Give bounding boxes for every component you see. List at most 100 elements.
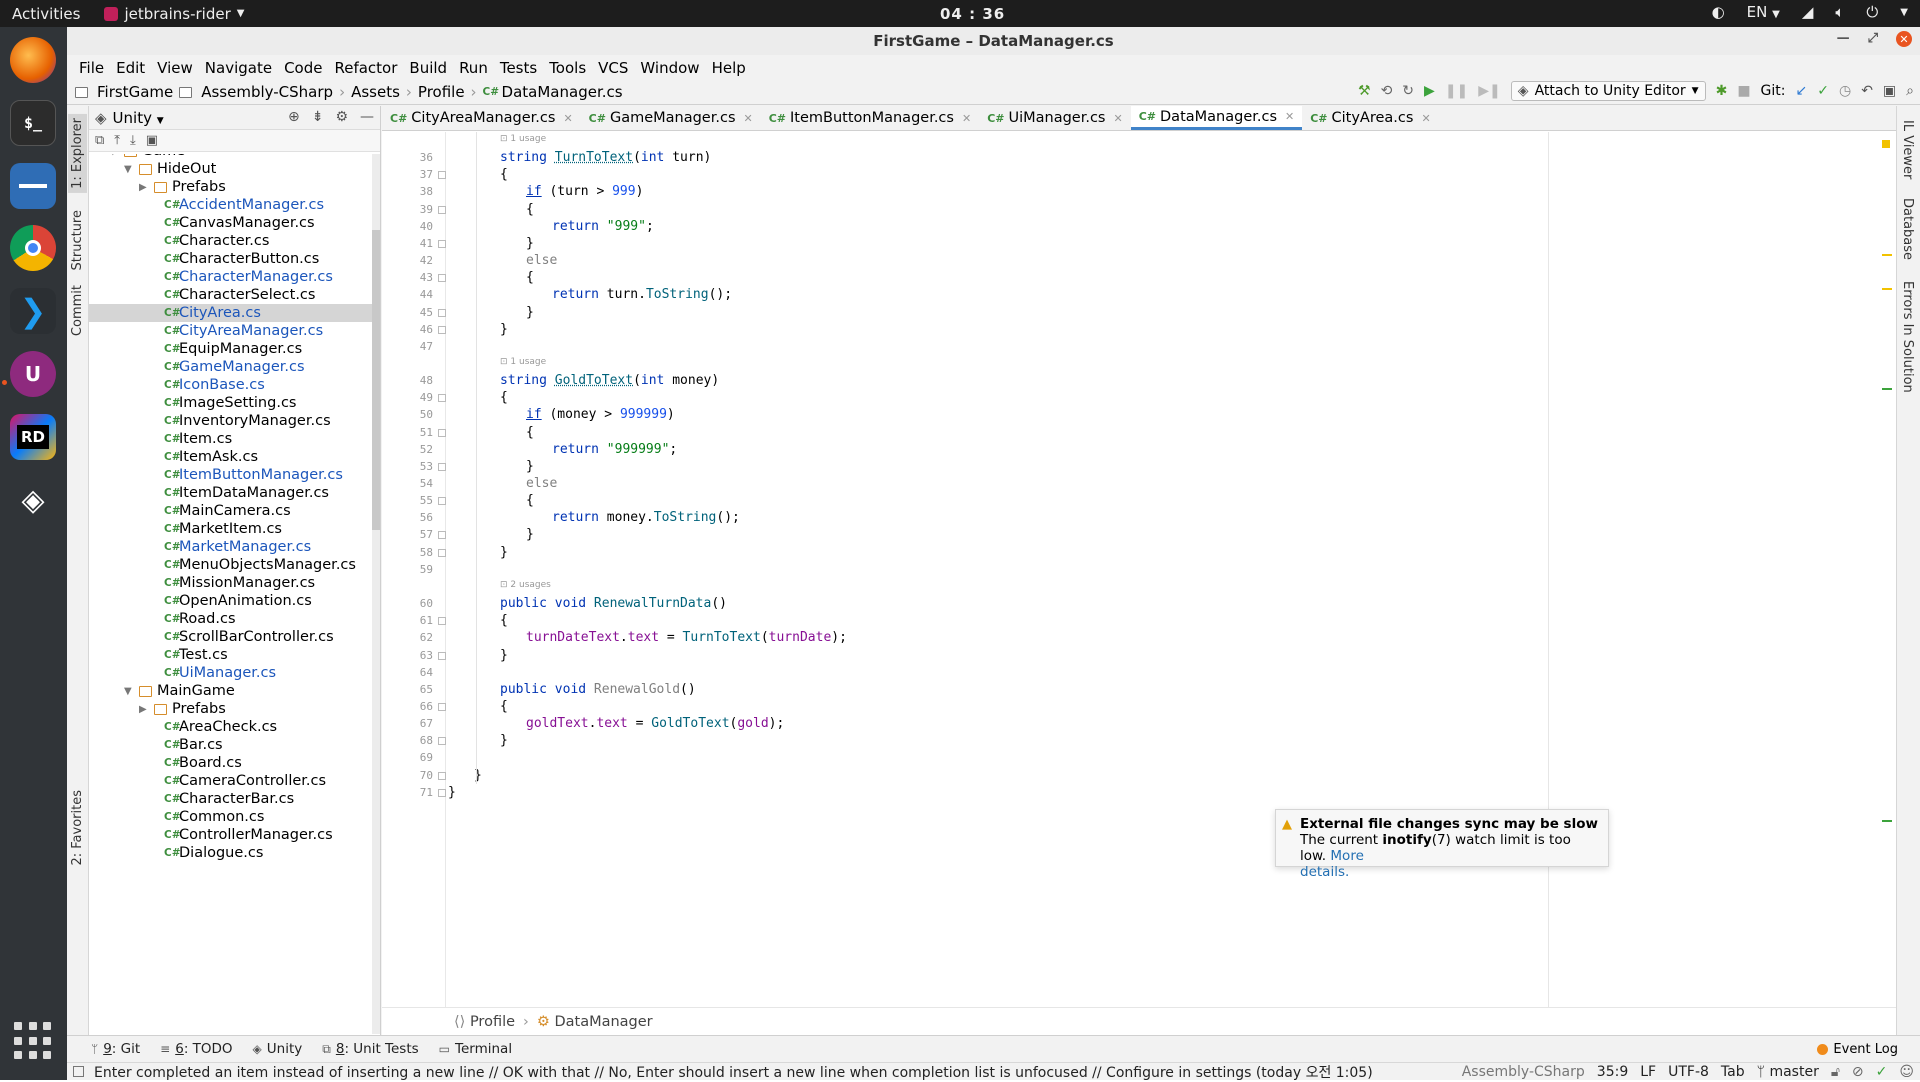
code-editor[interactable]: ⊡ 1 usage string TurnToText(int turn){if … xyxy=(446,132,1816,1007)
expand-arrow-icon[interactable]: ▼ xyxy=(109,154,121,157)
tree-file[interactable]: C# OpenAnimation.cs xyxy=(89,592,372,610)
chevron-down-icon[interactable]: ▼ xyxy=(1900,7,1908,18)
files-icon[interactable] xyxy=(10,163,56,209)
fold-marker-icon[interactable] xyxy=(438,497,446,506)
tree-file[interactable]: C# MenuObjectsManager.cs xyxy=(89,556,372,574)
clock[interactable]: 04 : 36 xyxy=(940,5,1005,23)
terminal-icon[interactable]: $_ xyxy=(10,100,56,146)
sort-up-icon[interactable]: ⤒ xyxy=(114,133,120,148)
tool-tab-favorites[interactable]: 2: Favorites xyxy=(68,786,87,870)
tool-tab-database[interactable]: Database xyxy=(1900,198,1915,260)
tree-file[interactable]: C# CharacterButton.cs xyxy=(89,250,372,268)
volume-icon[interactable]: 🔈︎ xyxy=(1835,3,1844,21)
menu-help[interactable]: Help xyxy=(706,59,752,77)
tree-scrollbar[interactable] xyxy=(372,154,380,1034)
event-log-button[interactable]: Event Log xyxy=(1817,1042,1898,1057)
line-number-gutter[interactable]: 36 37 38 39 40 41 42 43 44 45 46 47 48 49 50 51 52 53 54 55… xyxy=(382,132,446,1007)
unity-editor-icon[interactable]: ◈ xyxy=(10,477,56,523)
menu-build[interactable]: Build xyxy=(403,59,453,77)
tool-tab-commit[interactable]: Commit xyxy=(68,281,87,340)
fold-marker-icon[interactable] xyxy=(438,548,446,557)
bottom-tab-unittests[interactable]: ⧉ 8: Unit Tests xyxy=(312,1041,428,1057)
git-update-icon[interactable]: ↙ xyxy=(1796,83,1808,99)
attach-unity-dropdown[interactable]: ◈ Attach to Unity Editor ▼ xyxy=(1510,81,1706,101)
wifi-icon[interactable]: ◢ xyxy=(1802,3,1814,21)
close-tab-icon[interactable]: ✕ xyxy=(962,112,971,125)
rebuild-icon[interactable]: ⟲ xyxy=(1381,83,1393,99)
tool-tab-structure[interactable]: Structure xyxy=(68,206,87,274)
tree-file[interactable]: C# Bar.cs xyxy=(89,736,372,754)
editor-tab[interactable]: C# CityArea.cs ✕ xyxy=(1302,106,1438,130)
tree-file[interactable]: C# GameManager.cs xyxy=(89,358,372,376)
indent-setting[interactable]: Tab xyxy=(1721,1064,1745,1080)
show-files-icon[interactable]: ⧉ xyxy=(95,133,104,148)
fold-marker-icon[interactable] xyxy=(438,617,446,626)
tree-file[interactable]: C# CanvasManager.cs xyxy=(89,214,372,232)
tree-file[interactable]: C# Board.cs xyxy=(89,754,372,772)
breadcrumb-class[interactable]: ⚙ DataManager xyxy=(537,1014,653,1030)
git-branch[interactable]: ᛘ master xyxy=(1757,1064,1819,1080)
breadcrumb-project[interactable]: FirstGame xyxy=(75,83,179,101)
editor-tab[interactable]: C# GameManager.cs ✕ xyxy=(581,106,761,130)
fold-marker-icon[interactable] xyxy=(438,737,446,746)
tree-file[interactable]: C# CityAreaManager.cs xyxy=(89,322,372,340)
app-menu[interactable]: jetbrains-rider ▼ xyxy=(104,5,244,23)
pause-icon[interactable]: ❚❚ xyxy=(1445,83,1468,99)
tree-file[interactable]: C# CharacterBar.cs xyxy=(89,790,372,808)
breadcrumb-namespace[interactable]: ⟨⟩ Profile xyxy=(454,1014,515,1030)
expand-arrow-icon[interactable]: ▼ xyxy=(124,164,136,175)
run-icon[interactable]: ▶ xyxy=(1424,83,1435,99)
sort-down-icon[interactable]: ⤓ xyxy=(130,133,136,148)
caret-position[interactable]: 35:9 xyxy=(1597,1064,1628,1080)
code-vision-usages[interactable]: ⊡ 2 usages xyxy=(500,580,551,590)
breadcrumb-assembly[interactable]: Assembly-CSharp xyxy=(179,83,339,101)
language-indicator[interactable]: EN ▼ xyxy=(1747,3,1780,21)
tree-file[interactable]: C# AccidentManager.cs xyxy=(89,196,372,214)
tree-file[interactable]: C# CityArea.cs xyxy=(89,304,372,322)
stop-icon[interactable]: ■ xyxy=(1737,83,1750,99)
tool-tab-explorer[interactable]: 1: Explorer xyxy=(68,114,87,193)
menu-tools[interactable]: Tools xyxy=(543,59,592,77)
notification-balloon[interactable]: ▲ External file changes sync may be slow… xyxy=(1275,809,1609,880)
tree-file[interactable]: C# ItemAsk.cs xyxy=(89,448,372,466)
debug-bug-icon[interactable]: ✱ xyxy=(1716,83,1728,99)
tree-file[interactable]: C# UiManager.cs xyxy=(89,664,372,682)
status-toggle-icon[interactable] xyxy=(73,1066,84,1077)
fold-marker-icon[interactable] xyxy=(438,394,446,403)
gear-icon[interactable]: ⚙ xyxy=(335,109,348,125)
close-tab-icon[interactable]: ✕ xyxy=(1285,110,1294,123)
tree-file[interactable]: C# EquipManager.cs xyxy=(89,340,372,358)
line-separator[interactable]: LF xyxy=(1640,1064,1656,1080)
tree-folder[interactable]: ▶ Prefabs xyxy=(89,700,372,718)
rider-dock-icon[interactable]: RD xyxy=(10,414,56,460)
fold-marker-icon[interactable] xyxy=(438,462,446,471)
inspection-ok-icon[interactable]: ✓ xyxy=(1876,1064,1888,1080)
close-button[interactable]: ✕ xyxy=(1896,31,1912,47)
tree-file[interactable]: C# InventoryManager.cs xyxy=(89,412,372,430)
fold-marker-icon[interactable] xyxy=(438,702,446,711)
locate-icon[interactable]: ⊕ xyxy=(288,109,300,125)
breadcrumb-file[interactable]: C# DataManager.cs xyxy=(483,83,629,101)
collapse-arrow-icon[interactable]: ▶ xyxy=(139,182,151,193)
memory-icon[interactable]: ☺ xyxy=(1899,1064,1914,1080)
menu-navigate[interactable]: Navigate xyxy=(199,59,278,77)
code-vision-usages[interactable]: ⊡ 1 usage xyxy=(500,357,546,367)
tree-file[interactable]: C# ImageSetting.cs xyxy=(89,394,372,412)
menu-tests[interactable]: Tests xyxy=(494,59,543,77)
tool-tab-il-viewer[interactable]: IL Viewer xyxy=(1900,120,1915,179)
close-tab-icon[interactable]: ✕ xyxy=(1114,112,1123,125)
fold-marker-icon[interactable] xyxy=(438,651,446,660)
bottom-tab-terminal[interactable]: ▭ Terminal xyxy=(429,1041,522,1057)
tree-file[interactable]: C# Common.cs xyxy=(89,808,372,826)
maximize-button[interactable]: ⤢ xyxy=(1868,31,1878,47)
change-mark[interactable] xyxy=(1882,820,1892,822)
menu-run[interactable]: Run xyxy=(453,59,494,77)
vscode-icon[interactable]: ❯ xyxy=(10,288,56,334)
warning-mark[interactable] xyxy=(1882,254,1892,256)
close-tab-icon[interactable]: ✕ xyxy=(744,112,753,125)
tool-tab-errors[interactable]: Errors In Solution xyxy=(1900,281,1915,393)
tree-file[interactable]: C# CameraController.cs xyxy=(89,772,372,790)
git-history-icon[interactable]: ◷ xyxy=(1839,83,1851,99)
tree-file[interactable]: C# ItemDataManager.cs xyxy=(89,484,372,502)
tree-file[interactable]: C# MarketManager.cs xyxy=(89,538,372,556)
